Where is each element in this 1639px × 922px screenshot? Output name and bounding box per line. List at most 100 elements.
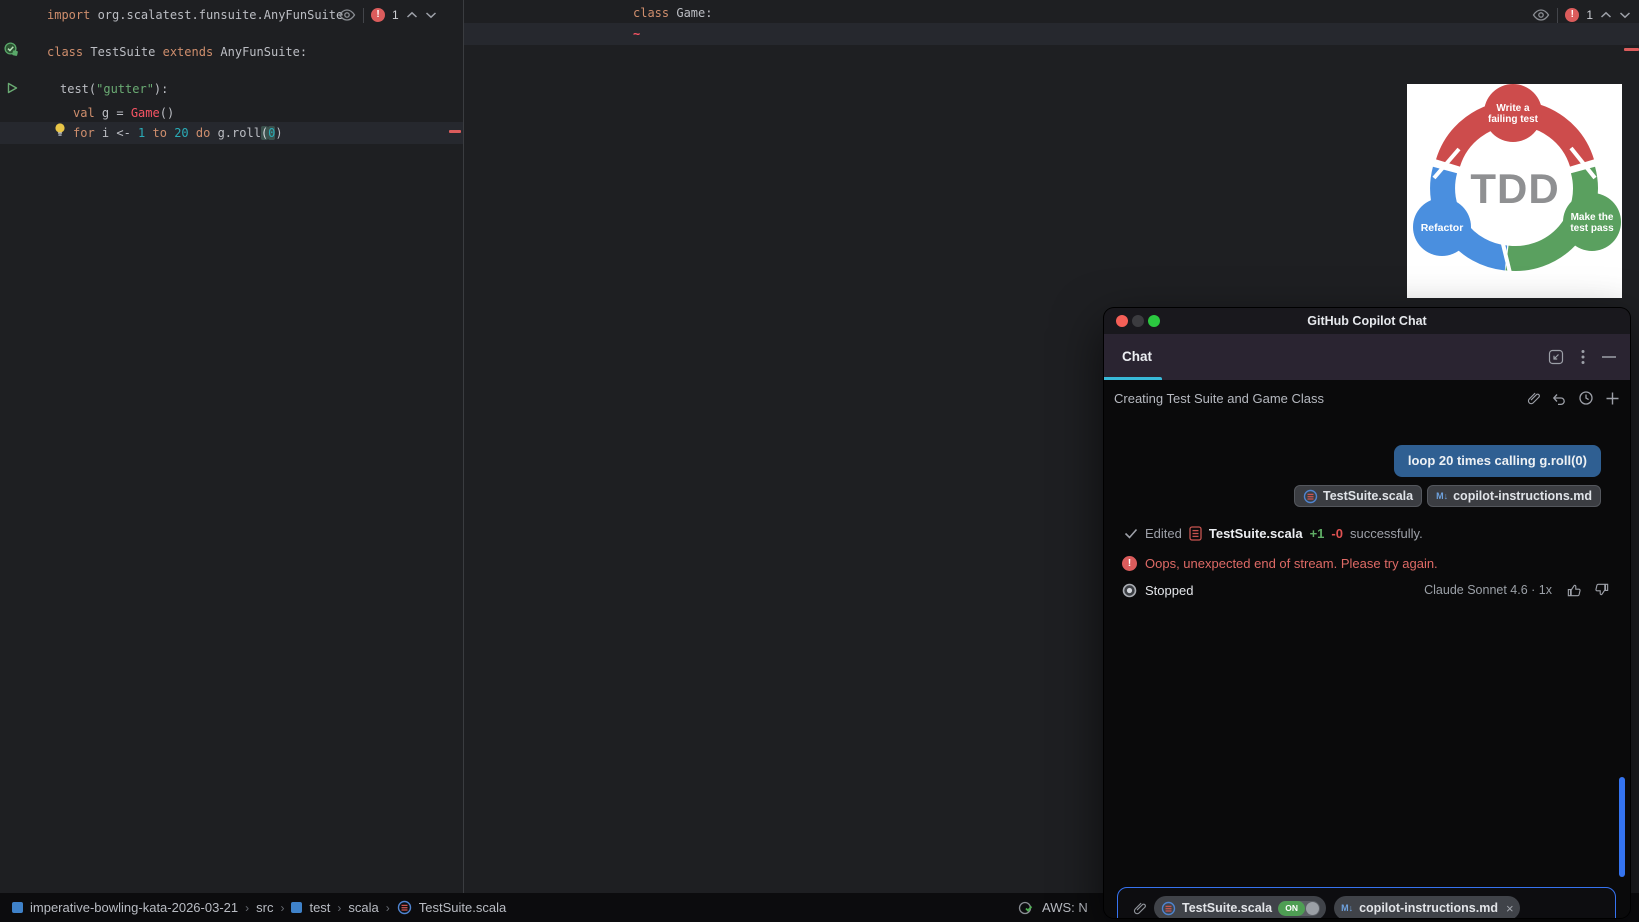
markdown-file-icon: M↓ [1436,491,1449,501]
attached-chip-instructions[interactable]: M↓ copilot-instructions.md × [1334,896,1520,918]
user-message-bubble[interactable]: loop 20 times calling g.roll(0) [1393,445,1601,477]
module-icon [12,902,23,913]
chat-scrollbar[interactable] [1619,777,1625,877]
breadcrumb: imperative-bowling-kata-2026-03-21 › src… [12,893,506,922]
model-usage-label: Claude Sonnet 4.6 · 1x [1424,583,1552,597]
tdd-cycle-image: Write a failing test Make the test pass … [1407,84,1622,298]
edited-filename[interactable]: TestSuite.scala [1209,526,1303,541]
current-line-highlight [464,23,1639,45]
breadcrumb-test[interactable]: test [309,900,330,915]
remove-attachment-icon[interactable]: × [1506,901,1514,916]
dock-window-icon[interactable] [1548,349,1564,365]
code-line-for[interactable]: for i <- 1 to 20 do g.roll(0) [73,123,283,144]
breadcrumb-file[interactable]: TestSuite.scala [419,900,506,915]
context-chip-instructions[interactable]: M↓ copilot-instructions.md [1427,485,1601,507]
aws-status-label[interactable]: AWS: N [1042,900,1088,915]
chat-input-box[interactable]: TestSuite.scala ON M↓ copilot-instructio… [1117,887,1616,918]
tdd-step-green-line2: test pass [1570,223,1614,234]
thumbs-down-icon[interactable] [1594,582,1610,598]
code-line-class-game[interactable]: class Game: [633,3,712,24]
error-badge-icon[interactable]: ! [371,8,385,22]
kebab-menu-icon[interactable] [1581,349,1585,365]
inspection-widget-left: ! 1 [338,5,437,25]
tdd-step-red-line1: Write a [1496,103,1530,114]
reader-mode-eye-icon[interactable] [1532,8,1550,22]
tdd-step-blue-label: Refactor [1421,222,1464,234]
error-stripe-marker[interactable] [1624,48,1639,51]
chat-error-row: ! Oops, unexpected end of stream. Please… [1122,551,1438,575]
stop-record-icon [1122,583,1137,598]
attached-file-label: TestSuite.scala [1182,901,1273,915]
breadcrumb-separator: › [245,900,250,915]
context-chip-label: TestSuite.scala [1323,489,1414,503]
scala-file-icon [1161,901,1176,916]
inspection-separator [1557,7,1559,23]
tdd-step-green-line1: Make the [1571,212,1614,223]
edited-label: Edited [1145,525,1182,541]
diff-additions: +1 [1309,525,1325,541]
attachment-on-toggle[interactable]: ON [1278,900,1321,916]
edited-suffix: successfully. [1349,525,1423,541]
inspection-widget-right: ! 1 [1532,5,1631,25]
chat-tabbar: Chat [1104,334,1630,380]
error-stripe-marker[interactable] [449,130,461,133]
prev-error-chevron-up-icon[interactable] [406,11,418,19]
stopped-status-row: Stopped Claude Sonnet 4.6 · 1x [1122,578,1610,602]
new-chat-plus-icon[interactable] [1605,391,1620,406]
chat-titlebar[interactable]: GitHub Copilot Chat [1104,308,1630,334]
breadcrumb-separator: › [385,900,390,915]
toggle-knob [1306,901,1320,915]
breadcrumb-scala[interactable]: scala [348,900,378,915]
next-error-chevron-down-icon[interactable] [425,11,437,19]
tdd-step-red-line2: failing test [1488,114,1539,125]
breadcrumb-separator: › [280,900,285,915]
statusbar-right: AWS: N [1018,893,1088,922]
grade-check-icon[interactable] [1018,900,1034,916]
next-error-chevron-down-icon[interactable] [1619,11,1631,19]
attach-paperclip-icon[interactable] [1130,900,1146,916]
reader-mode-eye-icon[interactable] [338,8,356,22]
empty-line-tilde: ~ [633,27,641,41]
error-count: 1 [1586,8,1593,22]
undo-icon[interactable] [1551,390,1567,406]
github-copilot-chat-window: GitHub Copilot Chat Chat Creating Test S… [1104,308,1630,918]
hide-window-icon[interactable] [1602,355,1616,359]
stopped-label: Stopped [1145,582,1194,598]
error-badge-icon[interactable]: ! [1565,8,1580,22]
inspection-separator [363,7,364,23]
scala-test-file-icon [1189,525,1202,541]
tdd-center-label: TDD [1470,165,1559,212]
tab-chat[interactable]: Chat [1122,334,1152,377]
error-exclamation-icon: ! [1122,555,1137,571]
scala-file-icon [397,900,412,915]
history-clock-icon[interactable] [1578,390,1594,406]
markdown-file-icon: M↓ [1341,903,1354,913]
test-passed-gutter-icon[interactable] [4,42,19,57]
attached-file-label: copilot-instructions.md [1359,901,1498,915]
code-line-class[interactable]: class TestSuite extends AnyFunSuite: [47,42,307,63]
scala-file-icon [1303,489,1318,504]
window-title: GitHub Copilot Chat [1307,314,1427,328]
thumbs-up-icon[interactable] [1566,582,1582,598]
toggle-on-label: ON [1278,900,1306,916]
chat-body: Creating Test Suite and Game Class loop … [1104,380,1630,918]
code-line-test[interactable]: test("gutter"): [60,79,168,100]
prev-error-chevron-up-icon[interactable] [1600,11,1612,19]
attach-context-icon[interactable] [1524,390,1540,406]
breadcrumb-src[interactable]: src [256,900,273,915]
edited-file-row: Edited TestSuite.scala +1 -0 successfull… [1124,521,1423,545]
code-line-val[interactable]: val g = Game() [73,103,174,124]
check-icon [1124,528,1138,539]
error-count: 1 [392,8,399,22]
run-test-gutter-icon[interactable] [5,81,19,95]
breadcrumb-project[interactable]: imperative-bowling-kata-2026-03-21 [30,900,238,915]
attached-chip-testsuite[interactable]: TestSuite.scala ON [1154,896,1327,918]
diff-deletions: -0 [1331,525,1343,541]
thread-title: Creating Test Suite and Game Class [1114,390,1325,406]
intention-bulb-icon[interactable] [53,122,67,138]
context-chip-testsuite[interactable]: TestSuite.scala [1294,485,1423,507]
module-icon [291,902,303,913]
code-line-import[interactable]: import org.scalatest.funsuite.AnyFunSuit… [47,5,343,26]
editor-pane-left[interactable]: import org.scalatest.funsuite.AnyFunSuit… [0,0,463,893]
breadcrumb-separator: › [337,900,342,915]
